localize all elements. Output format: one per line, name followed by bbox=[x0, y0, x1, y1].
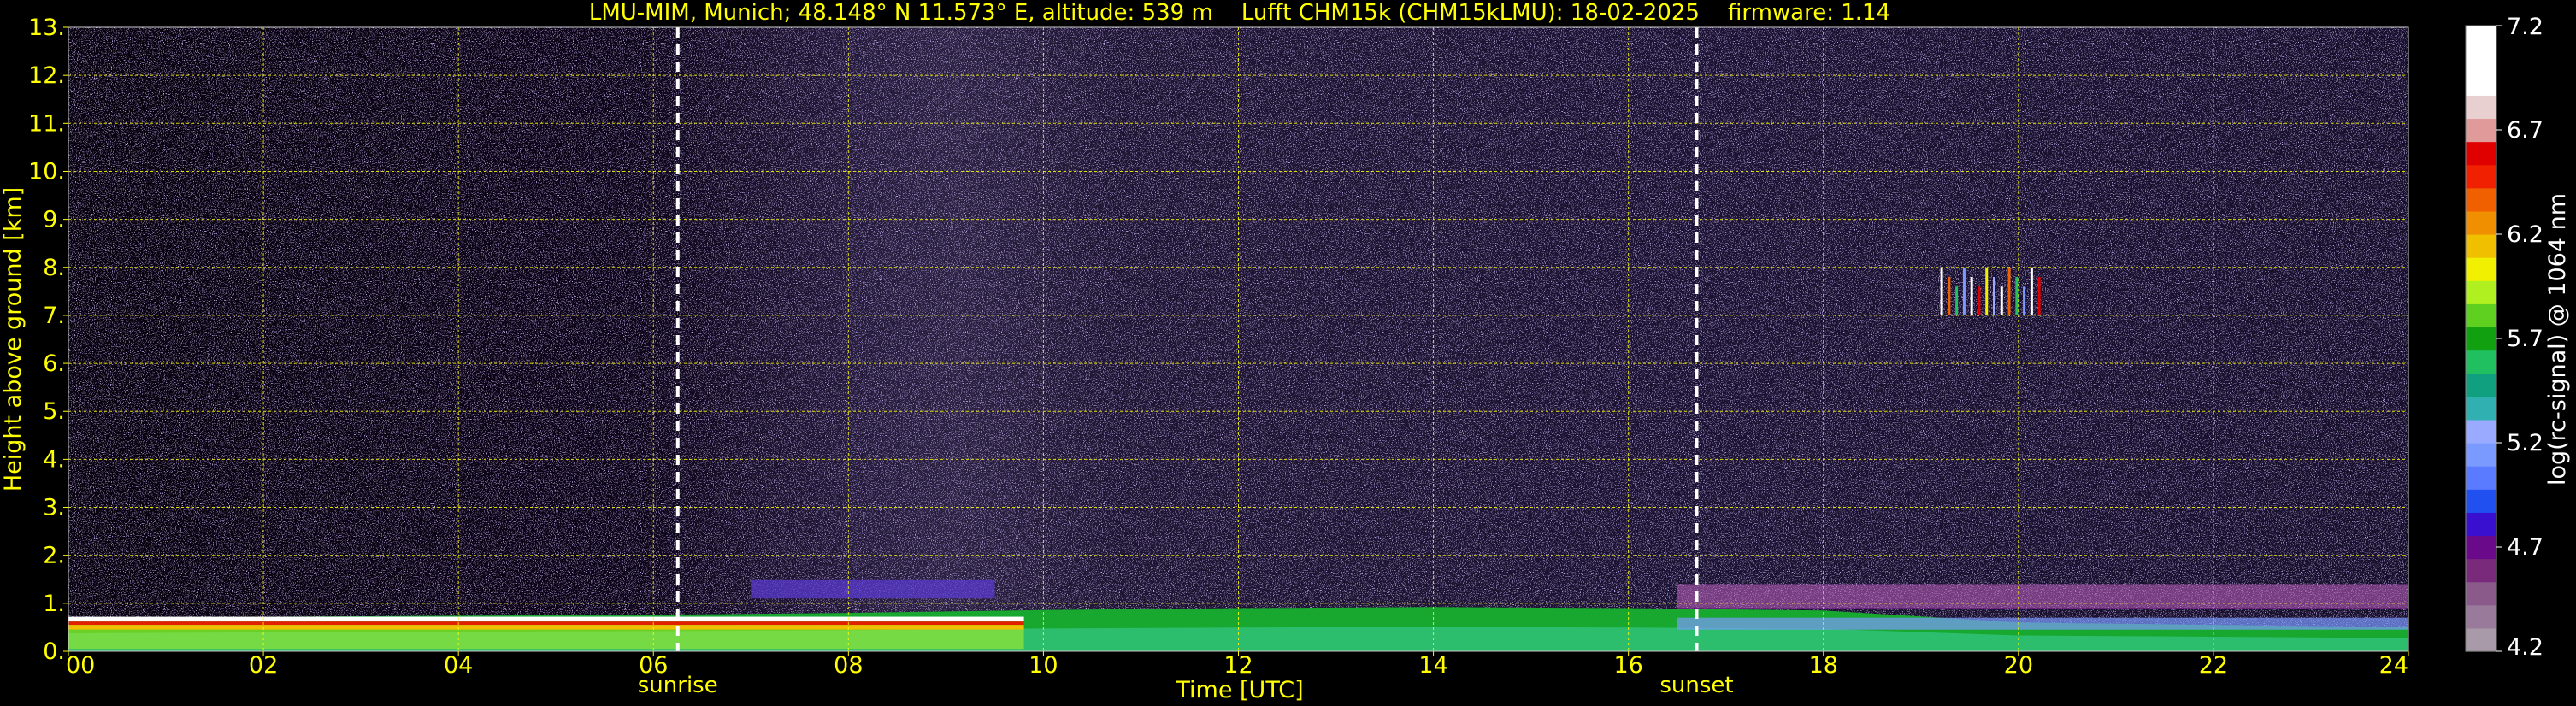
colorbar-tick-label: 4.7 bbox=[2507, 534, 2544, 561]
y-axis-label: Height above ground [km] bbox=[0, 187, 27, 491]
x-axis-ticks: 00 02 04 06 08 10 12 14 16 18 20 22 24 bbox=[66, 651, 2409, 679]
colorbar-band bbox=[2466, 26, 2496, 50]
cirrus-streak bbox=[1940, 267, 1943, 315]
colorbar-tick-label: 5.2 bbox=[2507, 430, 2544, 456]
x-tick-label: 00 bbox=[66, 652, 95, 679]
colorbar-band bbox=[2466, 512, 2496, 537]
plot-area bbox=[68, 26, 2409, 652]
x-tick-label: 22 bbox=[2199, 652, 2228, 679]
colorbar-band bbox=[2466, 604, 2496, 629]
y-tick-label: 9. bbox=[43, 207, 65, 233]
cirrus-streak bbox=[1962, 267, 1966, 315]
colorbar-band bbox=[2466, 558, 2496, 583]
x-tick-label: 20 bbox=[2004, 652, 2033, 679]
cirrus-streak bbox=[2037, 277, 2041, 315]
colorbar-band bbox=[2466, 118, 2496, 143]
surface-layer-top-red bbox=[68, 621, 1024, 626]
x-tick-label: 24 bbox=[2379, 652, 2408, 679]
x-tick-label: 10 bbox=[1029, 652, 1058, 679]
x-tick-label: 12 bbox=[1223, 652, 1253, 679]
cirrus-streak bbox=[2015, 277, 2019, 315]
cirrus-streak bbox=[1970, 277, 1973, 315]
colorbar-bands bbox=[2466, 26, 2496, 652]
colorbar-band bbox=[2466, 280, 2496, 304]
y-tick-label: 13. bbox=[28, 15, 65, 41]
colorbar-band bbox=[2466, 303, 2496, 328]
y-tick-label: 2. bbox=[43, 543, 65, 569]
cirrus-streak bbox=[1978, 286, 1981, 315]
cirrus-streak bbox=[2000, 286, 2003, 315]
y-tick-label: 11. bbox=[28, 110, 65, 137]
y-tick-label: 1. bbox=[43, 591, 65, 617]
sunset-label: sunset bbox=[1659, 673, 1733, 698]
colorbar-tick-label: 6.2 bbox=[2507, 221, 2544, 248]
cirrus-streak bbox=[2023, 286, 2026, 315]
colorbar-tick-label: 6.7 bbox=[2507, 117, 2544, 144]
y-tick-label: 0. bbox=[43, 638, 65, 665]
colorbar-band bbox=[2466, 327, 2496, 351]
colorbar-band bbox=[2466, 396, 2496, 421]
cirrus-streak bbox=[1955, 286, 1959, 315]
colorbar-band bbox=[2466, 535, 2496, 560]
surface-layer-top-yellow bbox=[68, 625, 1024, 630]
x-axis-label: Time [UTC] bbox=[1175, 677, 1303, 703]
colorbar-band bbox=[2466, 72, 2496, 96]
evening-layer-base bbox=[1677, 608, 2408, 609]
y-tick-label: 4. bbox=[43, 446, 65, 473]
y-tick-label: 3. bbox=[43, 495, 65, 521]
cirrus-streak bbox=[1993, 277, 1996, 315]
morning-elevated-layer bbox=[751, 579, 995, 599]
colorbar-band bbox=[2466, 210, 2496, 235]
y-tick-label: 10. bbox=[28, 158, 65, 185]
sunrise-label: sunrise bbox=[638, 673, 718, 698]
y-tick-label: 6. bbox=[43, 350, 65, 377]
colorbar-band bbox=[2466, 95, 2496, 120]
colorbar-tick-label: 4.2 bbox=[2507, 634, 2544, 661]
x-tick-label: 02 bbox=[249, 652, 278, 679]
colorbar-band bbox=[2466, 443, 2496, 467]
colorbar-band bbox=[2466, 257, 2496, 281]
x-tick-label: 18 bbox=[1809, 652, 1838, 679]
ceilometer-chart: 00 02 04 06 08 10 12 14 16 18 20 22 24 0.1.2.3.4.5.6… bbox=[0, 0, 2571, 703]
y-tick-label: 5. bbox=[43, 398, 65, 425]
colorbar-band bbox=[2466, 627, 2496, 652]
y-tick-label: 12. bbox=[28, 62, 65, 89]
colorbar-band bbox=[2466, 187, 2496, 212]
afternoon-blue-band bbox=[1677, 617, 2408, 630]
surface-layer-yellowgreen bbox=[68, 629, 1024, 650]
cirrus-streak bbox=[1985, 267, 1989, 315]
colorbar: 4.2 4.7 5.2 5.7 6.2 6.7 7.2 log(rc-signal) @ 1… bbox=[2465, 14, 2571, 661]
colorbar-band bbox=[2466, 419, 2496, 444]
colorbar-band bbox=[2466, 489, 2496, 513]
surface-layer-top-white bbox=[68, 616, 1024, 622]
colorbar-band bbox=[2466, 141, 2496, 166]
y-tick-label: 7. bbox=[43, 303, 65, 329]
y-tick-label: 8. bbox=[43, 255, 65, 281]
colorbar-band bbox=[2466, 581, 2496, 606]
y-axis-ticks: 0. 1. 2. 3. 4. 5. 6. 7. 8. 9. 10. 11. 12. 13. bbox=[28, 15, 68, 665]
colorbar-band bbox=[2466, 234, 2496, 258]
cirrus-streak bbox=[2030, 267, 2033, 315]
colorbar-tick-label: 7.2 bbox=[2507, 14, 2544, 40]
x-tick-label: 16 bbox=[1613, 652, 1642, 679]
colorbar-band bbox=[2466, 350, 2496, 374]
colorbar-ticks: 4.2 4.7 5.2 5.7 6.2 6.7 7.2 bbox=[2496, 14, 2544, 661]
x-tick-label: 08 bbox=[834, 652, 863, 679]
colorbar-band bbox=[2466, 164, 2496, 189]
colorbar-tick-label: 5.7 bbox=[2507, 326, 2544, 352]
x-tick-label: 14 bbox=[1418, 652, 1447, 679]
cirrus-streak bbox=[1948, 277, 1951, 315]
colorbar-band bbox=[2466, 49, 2496, 73]
colorbar-band bbox=[2466, 466, 2496, 490]
evening-elevated-layer bbox=[1677, 584, 2408, 609]
colorbar-band bbox=[2466, 373, 2496, 397]
x-tick-label: 04 bbox=[444, 652, 473, 679]
cirrus-streak bbox=[2007, 267, 2011, 315]
chart-title: LMU-MIM, Munich; 48.148° N 11.573° E, al… bbox=[589, 0, 1890, 26]
colorbar-label: log(rc-signal) @ 1064 nm bbox=[2544, 193, 2571, 485]
